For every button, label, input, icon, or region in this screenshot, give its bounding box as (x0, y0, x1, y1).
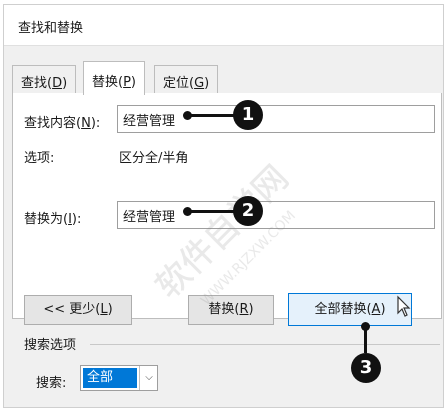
tab-find-key: D (52, 76, 63, 91)
callout-1: 1 (233, 100, 263, 130)
less-button[interactable]: << 更少(L) (24, 295, 132, 325)
search-direction-select[interactable]: 全部 ⌵ (80, 365, 158, 391)
tab-find[interactable]: 查找(D) (12, 65, 77, 93)
replace-input-value: 经营管理 (123, 210, 176, 225)
tab-find-label: 查找( (21, 76, 53, 91)
callout-2: 2 (233, 196, 263, 226)
replace-input[interactable]: 经营管理 (117, 201, 435, 229)
search-options-divider (90, 344, 440, 345)
options-label: 选项: (24, 151, 55, 166)
tab-replace-suffix: ) (130, 75, 136, 90)
search-direction-label: 搜索: (36, 376, 67, 391)
chevron-down-icon[interactable]: ⌵ (139, 366, 158, 390)
find-input-value: 经营管理 (123, 114, 176, 129)
mouse-cursor-icon (397, 295, 411, 317)
tab-goto-label: 定位( (163, 76, 195, 91)
find-replace-dialog: 查找和替换 查找(D) 替换(P) 定位(G) 查找内容(N): 经营管理 选项… (3, 4, 444, 408)
tab-goto[interactable]: 定位(G) (154, 65, 219, 93)
tab-find-suffix: ) (62, 76, 68, 91)
tab-goto-suffix: ) (204, 76, 210, 91)
options-value: 区分全/半角 (119, 151, 189, 166)
find-label: 查找内容(N): (24, 116, 101, 131)
dialog-title: 查找和替换 (18, 21, 84, 36)
tab-goto-key: G (194, 76, 205, 91)
search-direction-value: 全部 (83, 368, 137, 388)
tab-replace-key: P (123, 75, 131, 90)
callout-3-line (364, 327, 367, 353)
callout-2-line (188, 210, 234, 213)
search-options-group-label: 搜索选项 (24, 338, 77, 353)
replace-label: 替换为(I): (24, 212, 82, 227)
tab-replace-label: 替换( (92, 75, 124, 90)
find-input[interactable]: 经营管理 (117, 105, 435, 133)
title-bar: 查找和替换 (4, 5, 443, 46)
callout-3: 3 (351, 353, 381, 383)
callout-1-line (188, 114, 234, 117)
replace-button[interactable]: 替换(R) (188, 295, 274, 325)
tab-replace[interactable]: 替换(P) (83, 61, 145, 95)
